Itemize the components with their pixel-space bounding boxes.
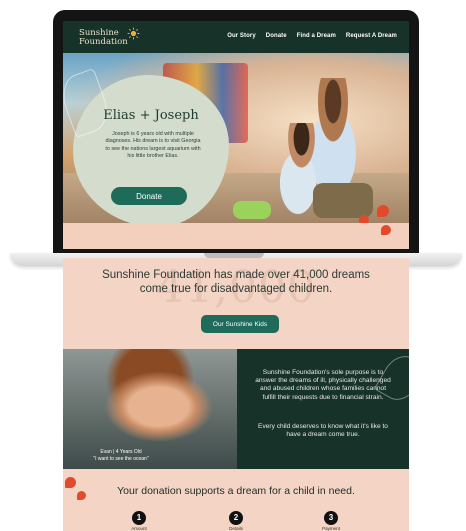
photo-caption-name: Evan | 4 Years Old [100, 449, 142, 455]
purpose-text: Sunshine Foundation's sole purpose is to… [255, 369, 391, 401]
hero-photo-detail [313, 183, 373, 218]
petal-decoration-icon [359, 215, 369, 223]
logo[interactable]: Sunshine Foundation [79, 29, 128, 47]
photo-caption: Evan | 4 Years Old "I want to see the oc… [71, 449, 171, 462]
site-nav: Sunshine Foundation Our Story Donate Fin… [63, 21, 409, 53]
hero-photo-detail [233, 201, 271, 219]
stats-section: 41,000 Sunshine Foundation has made over… [63, 258, 409, 349]
photo-caption-quote: "I want to see the ocean" [93, 455, 149, 462]
feature-section: Evan | 4 Years Old "I want to see the oc… [63, 349, 409, 469]
step-label: Details [229, 526, 243, 531]
our-sunshine-kids-button[interactable]: Our Sunshine Kids [201, 315, 279, 333]
hero-section: Elias + Joseph Joseph is 6 years old wit… [63, 53, 409, 223]
deserve-text: Every child deserves to know what it's l… [258, 423, 388, 439]
purpose-panel: Sunshine Foundation's sole purpose is to… [237, 349, 409, 469]
sun-icon [127, 27, 140, 40]
nav-link-request-a-dream[interactable]: Request A Dream [346, 33, 397, 39]
child-photo: Evan | 4 Years Old "I want to see the oc… [63, 349, 237, 469]
hero-title: Elias + Joseph [103, 108, 199, 123]
nav-link-our-story[interactable]: Our Story [227, 33, 256, 39]
stats-text: Sunshine Foundation has made over 41,000… [102, 269, 370, 295]
nav-links: Our Story Donate Find a Dream Request A … [227, 33, 397, 39]
nav-link-donate[interactable]: Donate [266, 33, 287, 39]
hero-donate-button[interactable]: Donate [111, 187, 187, 205]
logo-line2: Foundation [79, 37, 128, 47]
step-label: Payment [322, 526, 340, 531]
step-number: 3 [324, 511, 338, 525]
hero-bottom-strip [63, 223, 409, 249]
step-payment[interactable]: 3 Payment [311, 507, 351, 531]
hero-description: Joseph is 6 years old with multiple diag… [105, 131, 201, 160]
step-details[interactable]: 2 Details [216, 507, 256, 531]
petal-decoration-icon [377, 205, 389, 217]
nav-link-find-a-dream[interactable]: Find a Dream [297, 33, 336, 39]
donation-title: Your donation supports a dream for a chi… [117, 485, 355, 497]
laptop-frame: Sunshine Foundation Our Story Donate Fin… [53, 10, 419, 256]
step-number: 1 [132, 511, 146, 525]
step-amount[interactable]: 1 Amount [119, 507, 159, 531]
step-number: 2 [229, 511, 243, 525]
petal-decoration-icon [381, 225, 391, 235]
donation-steps: 1 Amount 2 Details 3 Payment [119, 507, 369, 531]
laptop-screen: Sunshine Foundation Our Story Donate Fin… [63, 21, 409, 249]
donation-section: Your donation supports a dream for a chi… [63, 469, 409, 531]
step-label: Amount [131, 526, 147, 531]
